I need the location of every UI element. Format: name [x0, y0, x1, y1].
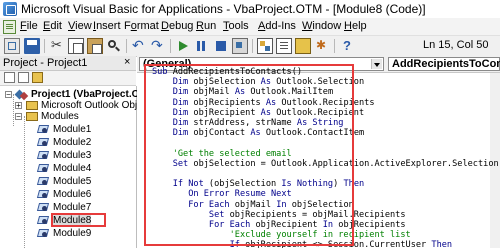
tree-connector — [13, 94, 14, 126]
cut-icon[interactable] — [49, 37, 65, 54]
vba-editor-window: Microsoft Visual Basic for Applications … — [0, 0, 500, 248]
toolbar-separator — [252, 39, 253, 53]
project-explorer-toolbar — [0, 71, 136, 86]
object-browser-icon[interactable] — [295, 38, 311, 54]
menu-tools[interactable]: Tools — [223, 19, 249, 33]
menu-debug[interactable]: Debug — [161, 19, 193, 33]
toolbar-separator — [126, 39, 127, 53]
module-icon — [37, 124, 49, 134]
toolbar-separator — [44, 39, 45, 53]
toolbar-separator — [170, 39, 171, 53]
project-explorer-title: Project - Project1 — [3, 57, 88, 69]
module-icon — [37, 176, 49, 186]
tree-modules-label: Modules — [41, 111, 79, 122]
module-icon — [37, 189, 49, 199]
expand-toggle[interactable]: + — [15, 102, 22, 110]
module-icon — [37, 215, 49, 225]
window-title: Microsoft Visual Basic for Applications … — [21, 2, 426, 16]
module-label: Module6 — [53, 189, 92, 200]
toggle-folders-icon[interactable] — [32, 72, 43, 83]
code-highlight-box — [144, 64, 354, 246]
view-host-app-icon[interactable] — [4, 38, 20, 54]
find-icon[interactable] — [106, 38, 122, 54]
close-icon[interactable]: × — [124, 56, 130, 68]
module-label: Module7 — [53, 202, 92, 213]
collapse-toggle[interactable]: − — [5, 91, 12, 99]
properties-window-icon[interactable] — [276, 38, 292, 54]
module-icon — [37, 228, 49, 238]
menu-addins[interactable]: Add-Ins — [258, 19, 296, 33]
tree-connector — [24, 116, 25, 248]
module-icon — [37, 150, 49, 160]
folder-icon — [26, 112, 38, 121]
menu-format[interactable]: Format — [124, 19, 159, 33]
reset-icon[interactable] — [213, 38, 229, 54]
procedure-dropdown-value: AddRecipientsToContacts — [392, 58, 500, 70]
vba-app-icon — [3, 2, 17, 16]
module-label: Module3 — [53, 150, 92, 161]
module-icon — [37, 202, 49, 212]
procedure-dropdown[interactable]: AddRecipientsToContacts — [388, 57, 500, 71]
project-explorer-icon[interactable] — [257, 38, 273, 54]
module-label: Module1 — [53, 124, 92, 135]
cursor-position-status: Ln 15, Col 50 — [423, 39, 489, 51]
menu-run[interactable]: Run — [196, 19, 216, 33]
menu-file[interactable]: File — [20, 19, 38, 33]
module-highlight-box — [51, 213, 106, 227]
break-icon[interactable] — [194, 38, 210, 54]
menu-view[interactable]: View — [68, 19, 92, 33]
code-keyword: Then — [431, 240, 453, 248]
module-icon — [37, 137, 49, 147]
collapse-toggle[interactable]: − — [15, 113, 22, 121]
document-icon[interactable] — [3, 20, 16, 34]
title-bar: Microsoft Visual Basic for Applications … — [0, 0, 500, 19]
standard-toolbar: Ln 15, Col 50 — [0, 35, 500, 57]
module-label: Module9 — [53, 228, 92, 239]
run-icon[interactable] — [175, 38, 191, 54]
menu-insert[interactable]: Insert — [93, 19, 121, 33]
menu-help[interactable]: Help — [344, 19, 367, 33]
redo-icon[interactable] — [150, 37, 166, 54]
module-label: Module4 — [53, 163, 92, 174]
help-icon[interactable] — [339, 38, 355, 54]
project-explorer-header: Project - Project1 × — [0, 56, 136, 71]
toolbox-icon[interactable] — [314, 38, 330, 54]
chevron-down-icon[interactable] — [371, 59, 382, 69]
module-icon — [37, 163, 49, 173]
copy-icon[interactable] — [68, 38, 84, 54]
undo-icon[interactable] — [131, 37, 147, 54]
save-icon[interactable] — [24, 38, 40, 54]
vba-project-icon — [16, 90, 28, 100]
menu-edit[interactable]: Edit — [43, 19, 62, 33]
view-code-icon[interactable] — [4, 72, 15, 83]
paste-icon[interactable] — [87, 38, 103, 54]
toolbar-separator — [334, 39, 335, 53]
view-object-icon[interactable] — [18, 72, 29, 83]
menu-window[interactable]: Window — [302, 19, 341, 33]
folder-icon — [26, 101, 38, 110]
module-label: Module2 — [53, 137, 92, 148]
menu-bar: File Edit View Insert Format Debug Run T… — [0, 18, 500, 35]
design-mode-icon[interactable] — [232, 38, 248, 54]
module-label: Module5 — [53, 176, 92, 187]
